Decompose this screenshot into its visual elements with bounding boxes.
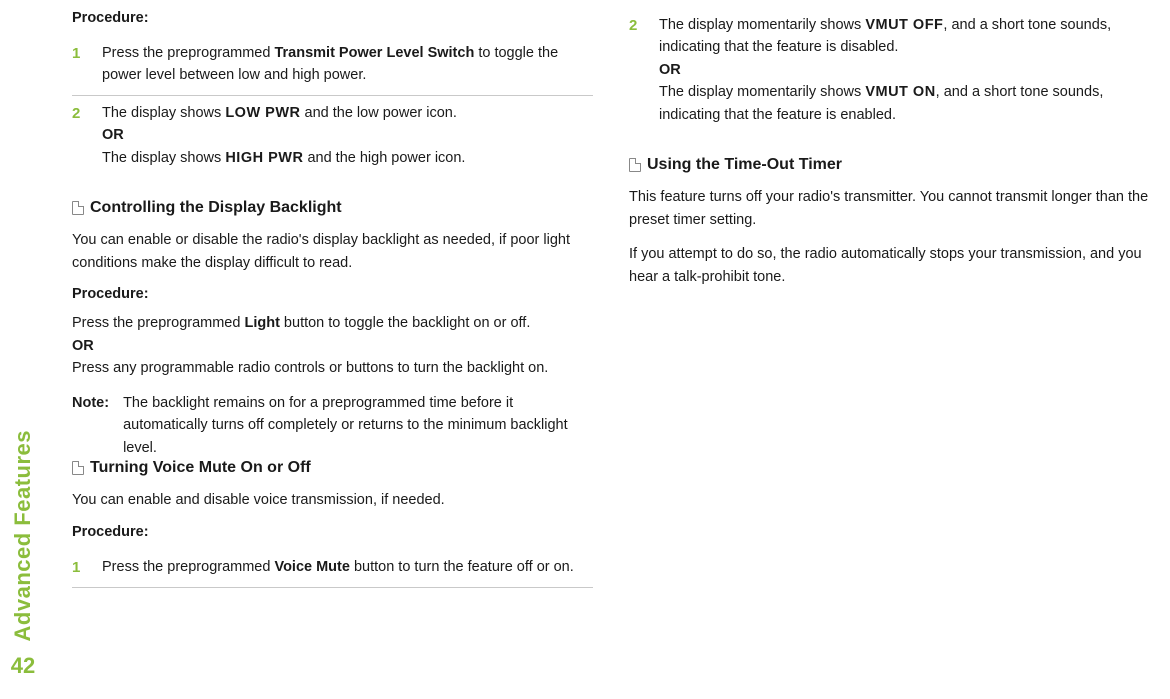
procedure-heading: Procedure: bbox=[72, 524, 593, 540]
procedure-heading: Procedure: bbox=[72, 10, 593, 26]
section-heading-voice-mute: Turning Voice Mute On or Off bbox=[72, 459, 593, 477]
step-text: Press the preprogrammed Voice Mute butto… bbox=[102, 556, 574, 578]
step-number: 1 bbox=[72, 42, 86, 65]
document-icon bbox=[72, 461, 84, 475]
body-paragraph: You can enable or disable the radio's di… bbox=[72, 229, 593, 274]
page-number: 42 bbox=[11, 653, 35, 679]
step-number: 2 bbox=[629, 14, 643, 37]
body-paragraph: This feature turns off your radio's tran… bbox=[629, 186, 1150, 231]
step-text: The display shows LOW PWR and the low po… bbox=[102, 102, 465, 169]
section-heading-timeout: Using the Time-Out Timer bbox=[629, 156, 1150, 174]
note-label: Note: bbox=[72, 392, 109, 459]
list-item: 2 The display momentarily shows VMUT OFF… bbox=[629, 8, 1150, 134]
procedure-heading: Procedure: bbox=[72, 286, 593, 302]
note-text: The backlight remains on for a preprogra… bbox=[123, 392, 593, 459]
body-paragraph: Press the preprogrammed Light button to … bbox=[72, 312, 593, 379]
step-text: Press the preprogrammed Transmit Power L… bbox=[102, 42, 593, 87]
sidebar: Advanced Features 42 bbox=[10, 430, 36, 679]
document-icon bbox=[72, 201, 84, 215]
body-paragraph: You can enable and disable voice transmi… bbox=[72, 489, 593, 511]
note: Note: The backlight remains on for a pre… bbox=[72, 392, 593, 459]
sidebar-section-label: Advanced Features bbox=[10, 430, 36, 641]
list-item: 1 Press the preprogrammed Transmit Power… bbox=[72, 36, 593, 96]
document-icon bbox=[629, 158, 641, 172]
step-number: 1 bbox=[72, 556, 86, 579]
list-item: 2 The display shows LOW PWR and the low … bbox=[72, 96, 593, 177]
list-item: 1 Press the preprogrammed Voice Mute but… bbox=[72, 550, 593, 588]
body-paragraph: If you attempt to do so, the radio autom… bbox=[629, 243, 1150, 288]
step-text: The display momentarily shows VMUT OFF, … bbox=[659, 14, 1150, 126]
page-content: Procedure: 1 Press the preprogrammed Tra… bbox=[72, 8, 1150, 648]
step-number: 2 bbox=[72, 102, 86, 125]
section-heading-backlight: Controlling the Display Backlight bbox=[72, 199, 593, 217]
